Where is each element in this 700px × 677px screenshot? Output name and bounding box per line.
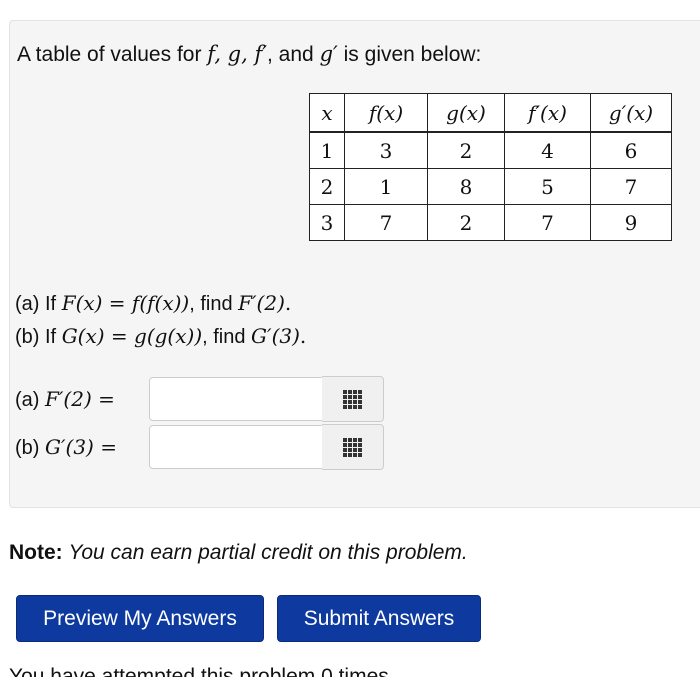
part-a-prefix: (a) If bbox=[15, 293, 57, 315]
table-cell: 1 bbox=[309, 131, 345, 169]
note-label: Note: bbox=[9, 541, 63, 564]
part-a-end: . bbox=[284, 291, 292, 315]
table-row: 3 7 2 7 9 bbox=[309, 204, 672, 241]
part-b-end: . bbox=[299, 324, 307, 348]
answer-a-label: (a) F′(2) = bbox=[15, 387, 149, 412]
note-text: You can earn partial credit on this prob… bbox=[68, 541, 468, 564]
part-a-target: F′(2) bbox=[238, 291, 285, 315]
table-cell: 7 bbox=[344, 204, 428, 241]
table-header-cell: f′(x) bbox=[504, 93, 591, 133]
answer-b-math: G′(3) = bbox=[45, 434, 117, 459]
table-header-cell: g(x) bbox=[427, 93, 505, 133]
answer-a-prefix: (a) bbox=[15, 388, 40, 411]
preview-answers-button[interactable]: Preview My Answers bbox=[16, 595, 264, 642]
table-cell: 7 bbox=[504, 204, 591, 241]
part-b-definition: G(x) = g(g(x)) bbox=[61, 324, 203, 348]
table-cell: 1 bbox=[344, 168, 428, 205]
table-header-cell: g′(x) bbox=[590, 93, 672, 133]
part-a-definition: F(x) = f(f(x)) bbox=[61, 291, 190, 315]
answer-b-equation-editor-button[interactable] bbox=[322, 424, 384, 470]
part-a-find: , find bbox=[189, 293, 233, 315]
table-cell: 6 bbox=[590, 131, 672, 169]
intro-and: , and bbox=[267, 43, 314, 66]
part-b-question: (b) If G(x) = g(g(x)), find G′(3). bbox=[15, 320, 306, 353]
table-row: 1 3 2 4 6 bbox=[309, 131, 672, 169]
attempts-text: You have attempted this problem 0 times. bbox=[9, 665, 395, 677]
answer-row-b: (b) G′(3) = bbox=[15, 424, 384, 470]
table-cell: 7 bbox=[590, 168, 672, 205]
part-b-find: , find bbox=[202, 326, 246, 348]
partial-credit-note: Note: You can earn partial credit on thi… bbox=[9, 541, 468, 565]
intro-g-prime: g′ bbox=[319, 42, 338, 66]
table-cell: 4 bbox=[504, 131, 591, 169]
intro-math: f, g, f′ bbox=[207, 42, 268, 66]
table-cell: 9 bbox=[590, 204, 672, 241]
answer-row-a: (a) F′(2) = bbox=[15, 376, 384, 422]
answer-b-label: (b) G′(3) = bbox=[15, 435, 149, 460]
part-a-question: (a) If F(x) = f(f(x)), find F′(2). bbox=[15, 287, 306, 320]
table-cell: 8 bbox=[427, 168, 505, 205]
table-header-cell: f(x) bbox=[344, 93, 428, 133]
table-header-row: x f(x) g(x) f′(x) g′(x) bbox=[309, 93, 672, 133]
table-cell: 3 bbox=[344, 131, 428, 169]
table-header-cell: x bbox=[309, 93, 345, 133]
intro-prefix: A table of values for bbox=[17, 43, 202, 66]
keypad-icon bbox=[343, 437, 362, 457]
intro-suffix: is given below: bbox=[343, 43, 482, 66]
answer-b-prefix: (b) bbox=[15, 436, 40, 459]
answer-b-input[interactable] bbox=[149, 425, 323, 469]
problem-intro: A table of values for f, g, f′, and g′ i… bbox=[17, 42, 481, 67]
problem-parts: (a) If F(x) = f(f(x)), find F′(2). (b) I… bbox=[15, 287, 306, 353]
answer-a-input[interactable] bbox=[149, 377, 323, 421]
submit-answers-button[interactable]: Submit Answers bbox=[277, 595, 481, 642]
table-cell: 5 bbox=[504, 168, 591, 205]
table-cell: 2 bbox=[427, 131, 505, 169]
values-table: x f(x) g(x) f′(x) g′(x) 1 3 2 4 6 2 1 8 … bbox=[309, 93, 672, 241]
answer-a-math: F′(2) = bbox=[45, 386, 115, 411]
part-b-prefix: (b) If bbox=[15, 326, 57, 348]
keypad-icon bbox=[343, 389, 362, 409]
table-row: 2 1 8 5 7 bbox=[309, 168, 672, 205]
table-cell: 2 bbox=[427, 204, 505, 241]
part-b-target: G′(3) bbox=[251, 324, 300, 348]
table-cell: 2 bbox=[309, 168, 345, 205]
answer-a-equation-editor-button[interactable] bbox=[322, 376, 384, 422]
table-cell: 3 bbox=[309, 204, 345, 241]
